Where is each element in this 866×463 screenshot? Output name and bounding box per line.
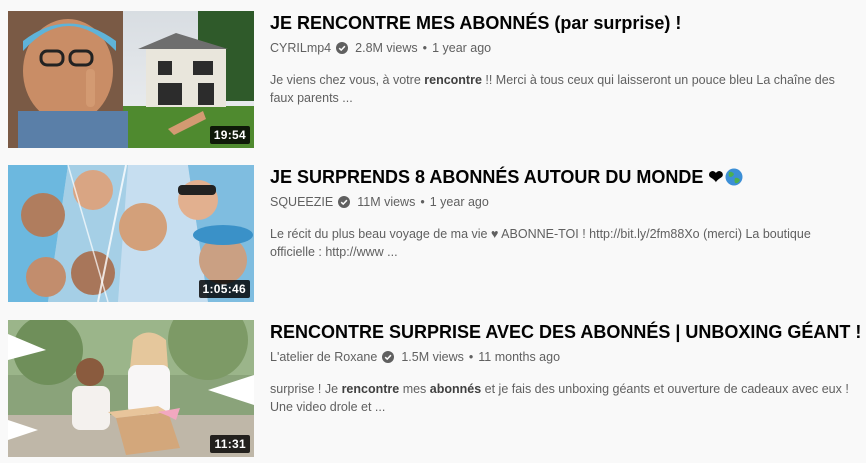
verified-check-icon [382, 351, 395, 363]
globe-emoji-icon [725, 168, 743, 186]
video-duration: 19:54 [209, 126, 250, 144]
desc-highlight: rencontre [424, 73, 482, 87]
video-title[interactable]: RENCONTRE SURPRISE AVEC DES ABONNÉS | UN… [270, 320, 861, 344]
separator-dot: • [420, 195, 425, 209]
desc-text: surprise ! Je [270, 382, 342, 396]
video-byline: CYRILmp4 2.8M views • 1 year ago [270, 39, 858, 57]
video-thumbnail[interactable]: 11:31 [8, 320, 254, 457]
video-title-text: JE SURPRENDS 8 ABONNÉS AUTOUR DU MONDE ❤ [270, 167, 724, 187]
video-byline: SQUEEZIE 11M views • 1 year ago [270, 193, 858, 211]
video-title[interactable]: JE RENCONTRE MES ABONNÉS (par surprise) … [270, 11, 858, 35]
upload-age: 11 months ago [478, 350, 561, 364]
desc-highlight: rencontre [341, 382, 400, 396]
video-description: Le récit du plus beau voyage de ma vie ♥… [270, 227, 811, 259]
video-byline: L'atelier de Roxane 1.5M views • 11 mont… [270, 348, 858, 366]
view-count: 11M views [357, 195, 416, 209]
video-duration: 1:05:46 [198, 280, 250, 298]
video-description: surprise ! Je rencontre mes abonnés et j… [270, 380, 850, 416]
desc-text: mes [399, 382, 430, 396]
video-thumbnail[interactable]: 1:05:46 [8, 165, 254, 302]
verified-check-icon [338, 196, 351, 208]
video-result[interactable]: 1:05:46 JE SURPRENDS 8 ABONNÉS AUTOUR DU… [8, 165, 858, 302]
upload-age: 1 year ago [432, 41, 492, 55]
separator-dot: • [422, 41, 428, 55]
channel-name[interactable]: CYRILmp4 [270, 39, 331, 57]
channel-name[interactable]: SQUEEZIE [270, 193, 333, 211]
desc-text: Je viens chez vous, à votre [270, 73, 425, 87]
video-thumbnail[interactable]: 19:54 [8, 11, 254, 148]
view-count: 2.8M views [355, 41, 418, 55]
view-count: 1.5M views [401, 350, 464, 364]
video-description: Je viens chez vous, à votre rencontre !!… [270, 71, 850, 107]
upload-age: 1 year ago [429, 195, 489, 209]
video-result[interactable]: 11:31 RENCONTRE SURPRISE AVEC DES ABONNÉ… [8, 320, 861, 457]
video-title[interactable]: JE SURPRENDS 8 ABONNÉS AUTOUR DU MONDE ❤ [270, 165, 858, 189]
channel-name[interactable]: L'atelier de Roxane [270, 348, 377, 366]
video-duration: 11:31 [210, 435, 250, 453]
verified-check-icon [336, 42, 349, 54]
separator-dot: • [468, 350, 474, 364]
video-result[interactable]: 19:54 JE RENCONTRE MES ABONNÉS (par surp… [8, 11, 858, 148]
desc-highlight: abonnés [429, 382, 482, 396]
